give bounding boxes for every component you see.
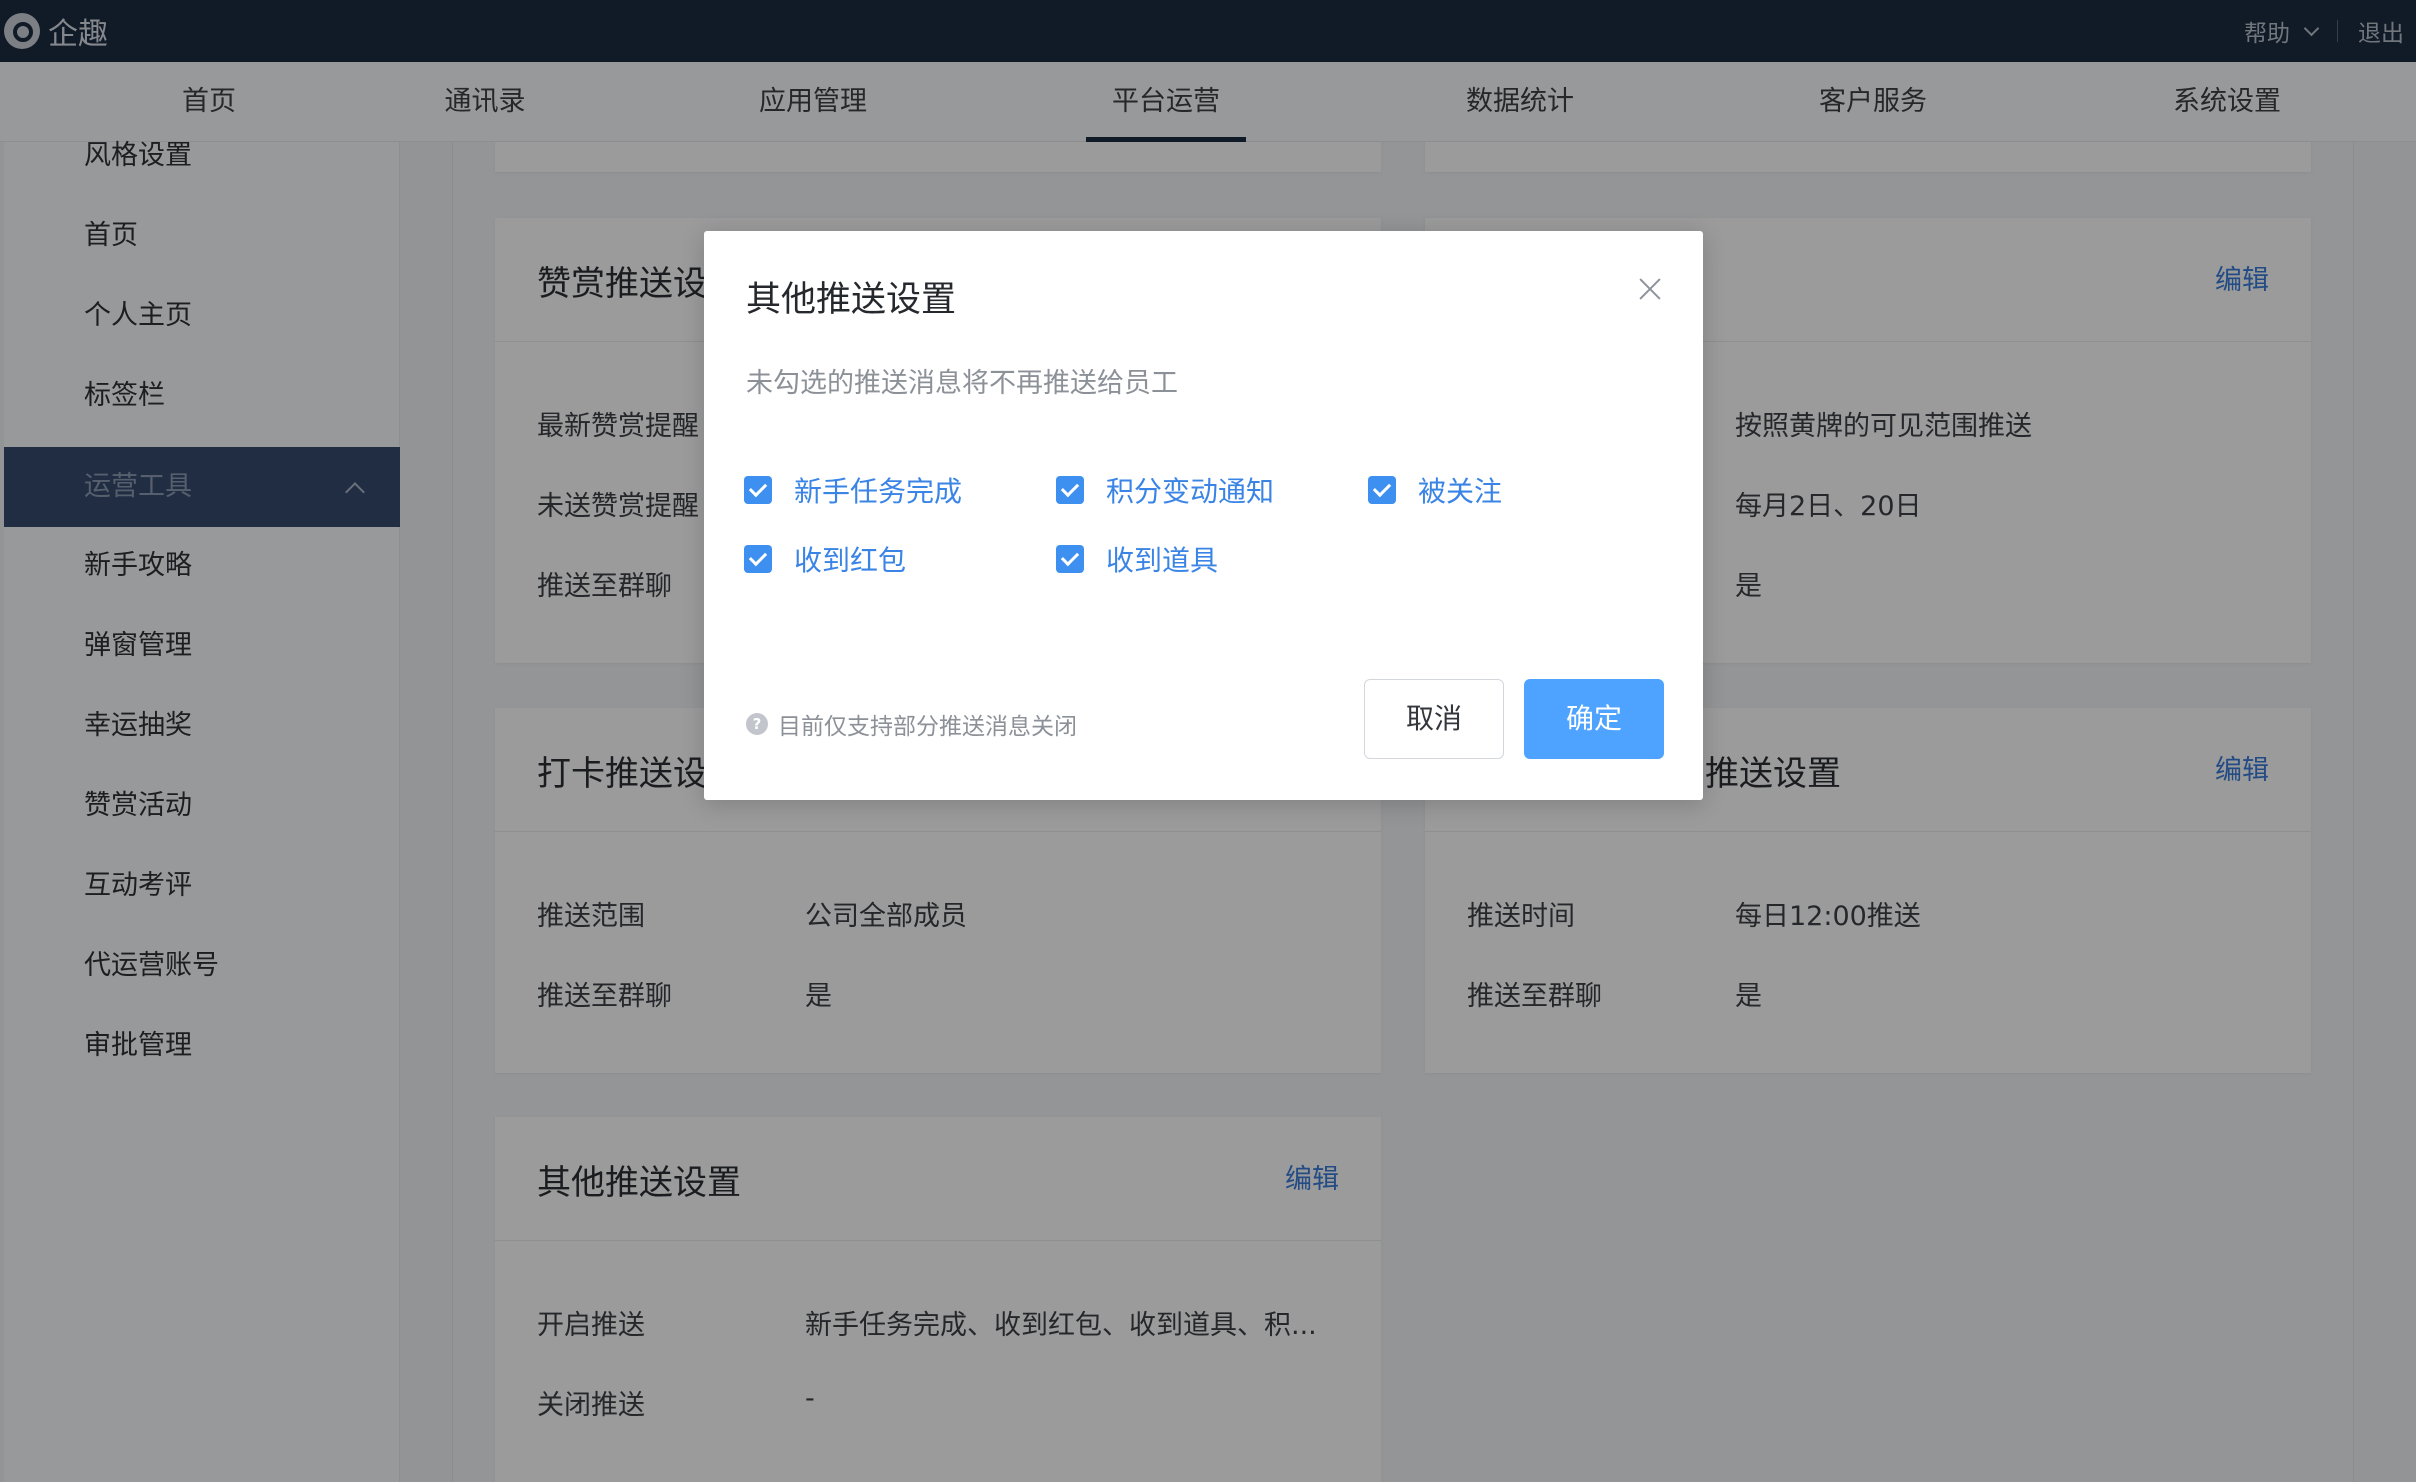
checkbox-label[interactable]: 收到道具 <box>1106 539 1218 579</box>
cancel-button[interactable]: 取消 <box>1364 679 1504 759</box>
checkbox-checked-icon[interactable] <box>744 545 772 573</box>
checkbox-label[interactable]: 新手任务完成 <box>794 470 962 510</box>
checkbox-checked-icon[interactable] <box>1056 545 1084 573</box>
dialog-tip: ? 目前仅支持部分推送消息关闭 <box>746 707 1077 741</box>
checkbox-points-change[interactable]: 积分变动通知 <box>1056 470 1274 510</box>
push-settings-dialog: 其他推送设置 未勾选的推送消息将不再推送给员工 新手任务完成 积分变动通知 被关… <box>704 231 1703 800</box>
checkbox-followed[interactable]: 被关注 <box>1368 470 1502 510</box>
checkbox-props[interactable]: 收到道具 <box>1056 539 1218 579</box>
checkbox-newbie-task[interactable]: 新手任务完成 <box>744 470 962 510</box>
dialog-title: 其他推送设置 <box>746 280 957 320</box>
tip-text: 目前仅支持部分推送消息关闭 <box>778 714 1077 740</box>
checkbox-label[interactable]: 积分变动通知 <box>1106 470 1274 510</box>
dialog-description: 未勾选的推送消息将不再推送给员工 <box>746 368 1178 399</box>
confirm-button[interactable]: 确定 <box>1524 679 1664 759</box>
checkbox-label[interactable]: 收到红包 <box>794 539 906 579</box>
close-icon[interactable] <box>1639 278 1661 300</box>
checkbox-checked-icon[interactable] <box>1368 476 1396 504</box>
checkbox-red-packet[interactable]: 收到红包 <box>744 539 906 579</box>
checkbox-checked-icon[interactable] <box>1056 476 1084 504</box>
checkbox-label[interactable]: 被关注 <box>1418 470 1502 510</box>
question-icon: ? <box>746 713 768 735</box>
checkbox-checked-icon[interactable] <box>744 476 772 504</box>
